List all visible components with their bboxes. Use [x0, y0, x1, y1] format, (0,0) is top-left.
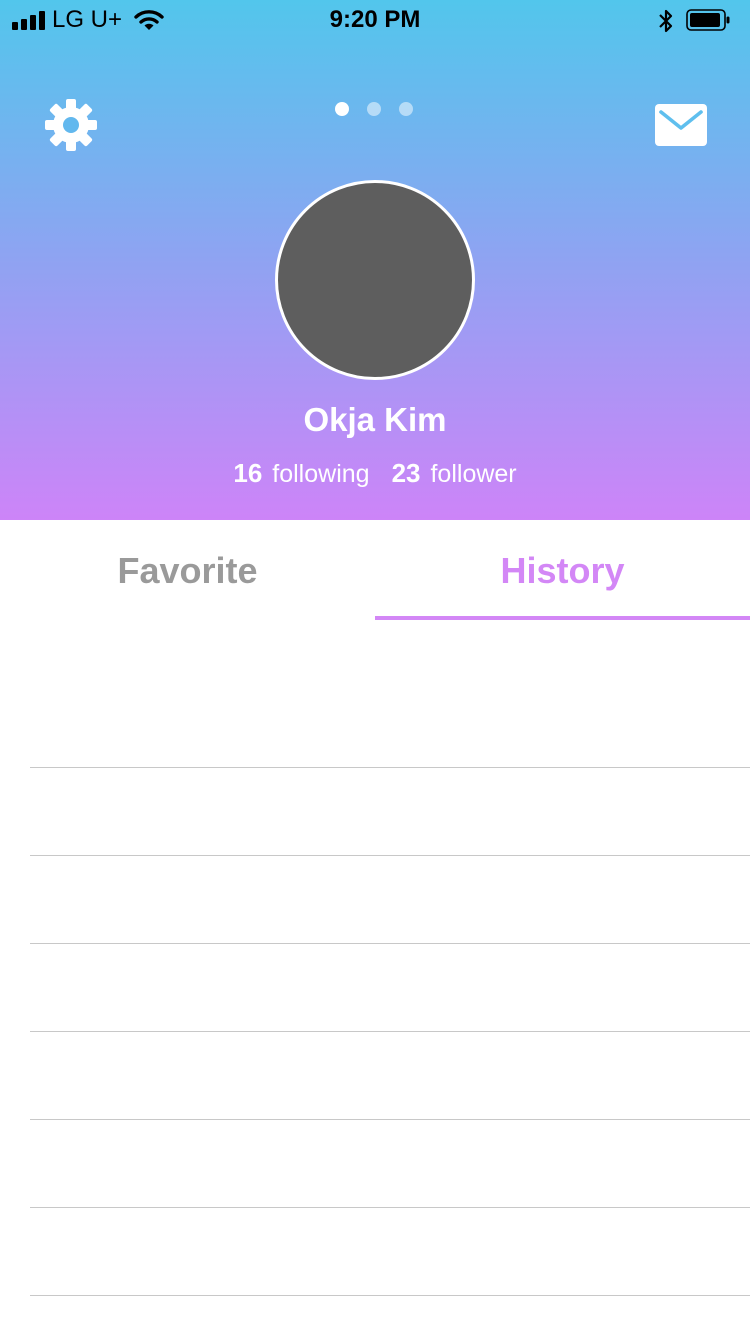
following-count[interactable]: 16: [233, 458, 262, 488]
page-dot[interactable]: [367, 102, 381, 116]
status-bar: LG U+ 9:20 PM: [0, 0, 750, 40]
avatar[interactable]: [275, 180, 475, 380]
list-item[interactable]: [30, 1120, 750, 1208]
profile-header: LG U+ 9:20 PM Okja Kim 16 following 23 f…: [0, 0, 750, 520]
list-item[interactable]: [30, 1208, 750, 1296]
list-item[interactable]: [30, 768, 750, 856]
list-item[interactable]: [30, 856, 750, 944]
list-item[interactable]: [30, 944, 750, 1032]
follower-label[interactable]: follower: [430, 460, 516, 488]
tab-favorite[interactable]: Favorite: [0, 520, 375, 620]
list-item[interactable]: [30, 680, 750, 768]
tab-history[interactable]: History: [375, 520, 750, 620]
mail-icon[interactable]: [655, 104, 707, 146]
active-tab-indicator: [375, 616, 750, 620]
gear-icon[interactable]: [44, 98, 98, 152]
tab-bar: Favorite History: [0, 520, 750, 620]
follow-stats: 16 following 23 follower: [0, 456, 750, 491]
status-time: 9:20 PM: [329, 6, 421, 33]
page-dot[interactable]: [399, 102, 413, 116]
bluetooth-icon: [659, 9, 673, 33]
battery-icon: [686, 9, 730, 31]
page-dot[interactable]: [335, 102, 349, 116]
follower-count[interactable]: 23: [392, 458, 421, 488]
list-item[interactable]: [30, 1032, 750, 1120]
page-indicator[interactable]: [335, 102, 413, 116]
profile-name: Okja Kim: [303, 401, 447, 438]
following-label[interactable]: following: [272, 460, 369, 488]
